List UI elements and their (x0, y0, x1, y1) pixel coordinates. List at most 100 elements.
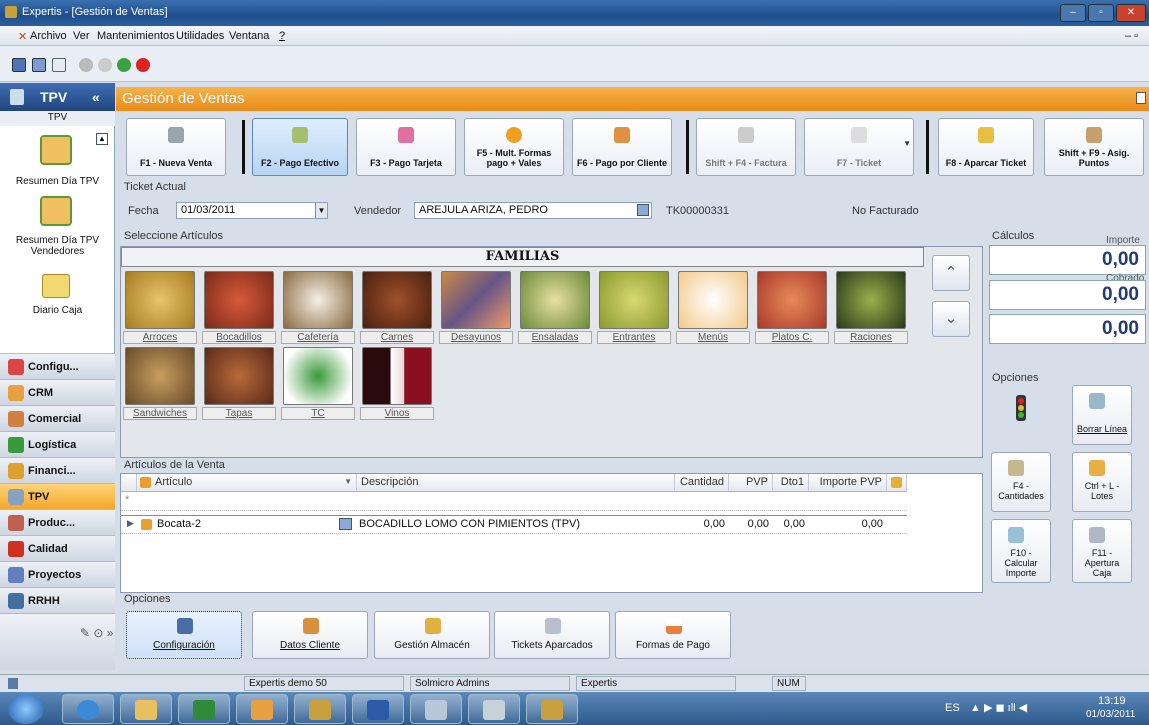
pago-cliente-button[interactable]: F6 - Pago por Cliente (572, 118, 672, 176)
apertura-caja-button[interactable]: F11 - Apertura Caja (1072, 519, 1132, 583)
ticket-dropdown-icon[interactable]: ▼ (903, 139, 911, 148)
family-raciones[interactable]: Raciones (834, 271, 908, 344)
mult-formas-pago-button[interactable]: F5 - Mult. Formas pago + Vales (464, 118, 564, 176)
taskbar-ie[interactable] (62, 694, 114, 724)
window-icon[interactable] (1136, 92, 1146, 104)
family-cafeteria[interactable]: Cafetería (281, 271, 355, 344)
module-produccion[interactable]: Produc... (0, 509, 115, 535)
menu-utilidades[interactable]: Utilidades (176, 30, 224, 42)
module-configuracion[interactable]: Configu... (0, 353, 115, 379)
pago-tarjeta-button[interactable]: F3 - Pago Tarjeta (356, 118, 456, 176)
pago-efectivo-button[interactable]: F2 - Pago Efectivo (252, 118, 348, 176)
cell-descripcion[interactable]: BOCADILLO LOMO CON PIMIENTOS (TPV) (355, 516, 584, 532)
page-up-button[interactable]: ⌃ (932, 255, 970, 291)
nueva-venta-button[interactable]: F1 - Nueva Venta (126, 118, 226, 176)
family-desayunos[interactable]: Desayunos (439, 271, 513, 344)
taskbar-outlook[interactable] (236, 694, 288, 724)
start-button[interactable] (8, 694, 44, 724)
menu-ver[interactable]: Ver (73, 30, 90, 42)
taskbar-calculator[interactable] (468, 694, 520, 724)
taskbar-expertis[interactable] (294, 694, 346, 724)
taskbar-explorer[interactable] (120, 694, 172, 724)
formas-pago-button[interactable]: Formas de Pago (615, 611, 731, 659)
module-logistica[interactable]: Logística (0, 431, 115, 457)
table-row[interactable]: ▶ Bocata-2 BOCADILLO LOMO CON PIMIENTOS … (121, 516, 907, 534)
taskbar-search[interactable] (410, 694, 462, 724)
cantidades-button[interactable]: F4 - Cantidades (991, 452, 1051, 512)
fecha-field[interactable]: 01/03/2011 ▼ (176, 202, 328, 219)
column-descripcion[interactable]: Descripción (357, 474, 675, 492)
panel-icon[interactable] (32, 58, 46, 72)
family-sandwiches[interactable]: Sandwiches (123, 347, 197, 420)
close-button[interactable]: ✕ (1116, 4, 1146, 22)
tickets-aparcados-button[interactable]: Tickets Aparcados (494, 611, 610, 659)
disabled-icon[interactable] (79, 58, 93, 72)
document-icon[interactable] (52, 58, 66, 72)
calendar-dropdown-icon[interactable]: ▼ (315, 203, 327, 218)
scroll-up-button[interactable]: ▲ (96, 133, 108, 145)
page-down-button[interactable]: ⌄ (932, 301, 970, 337)
column-importe-pvp[interactable]: Importe PVP (809, 474, 887, 492)
cell-importe[interactable]: 0,00 (809, 516, 887, 532)
module-proyectos[interactable]: Proyectos (0, 561, 115, 587)
column-pvp[interactable]: PVP (729, 474, 773, 492)
borrar-linea-button[interactable]: Borrar Línea (1072, 385, 1132, 445)
accept-icon[interactable] (117, 58, 131, 72)
lotes-button[interactable]: Ctrl + L - Lotes (1072, 452, 1132, 512)
clock-time[interactable]: 13:19 (1098, 695, 1126, 707)
family-arroces[interactable]: Arroces (123, 271, 197, 344)
diario-caja-icon[interactable] (42, 274, 70, 298)
datos-cliente-button[interactable]: Datos Cliente (252, 611, 368, 659)
column-dto1[interactable]: Dto1 (773, 474, 809, 492)
menu-help[interactable]: ? (279, 30, 285, 42)
search-icon[interactable] (637, 204, 649, 216)
maximize-button[interactable]: ▫ (1088, 4, 1114, 22)
module-tpv[interactable]: TPV (0, 483, 115, 509)
vendedor-field[interactable]: AREJULA ARIZA, PEDRO (414, 202, 652, 219)
asig-puntos-button[interactable]: Shift + F9 - Asig. Puntos (1044, 118, 1144, 176)
clock-date[interactable]: 01/03/2011 (1086, 709, 1135, 720)
filter-dropdown-icon[interactable]: ▼ (344, 477, 352, 486)
resumen-dia-tpv-icon[interactable] (40, 135, 72, 165)
taskbar-excel[interactable] (178, 694, 230, 724)
resumen-vendedores-icon[interactable] (40, 196, 72, 226)
cell-articulo[interactable]: Bocata-2 (153, 516, 205, 532)
aparcar-ticket-button[interactable]: F8 - Aparcar Ticket (938, 118, 1034, 176)
restore-child-icon[interactable]: – ▫ (1125, 30, 1138, 42)
minimize-button[interactable]: – (1060, 4, 1086, 22)
more-modules-icon[interactable]: ✎ ⊙ » (80, 626, 113, 640)
collapse-icon[interactable]: « (92, 89, 100, 105)
sidebar-item-resumen-vendedores[interactable]: Resumen Día TPV Vendedores (0, 235, 115, 257)
factura-button[interactable]: Shift + F4 - Factura (696, 118, 796, 176)
layout-icon[interactable] (12, 58, 26, 72)
search-icon[interactable] (339, 518, 352, 530)
family-menus[interactable]: Menús (676, 271, 750, 344)
module-rrhh[interactable]: RRHH (0, 587, 115, 613)
cell-dto1[interactable]: 0,00 (773, 516, 809, 532)
family-vinos[interactable]: Vinos (360, 347, 434, 420)
ticket-button[interactable]: F7 - Ticket ▼ (804, 118, 914, 176)
module-comercial[interactable]: Comercial (0, 405, 115, 431)
gestion-almacen-button[interactable]: Gestión Almacén (374, 611, 490, 659)
sidebar-item-resumen-dia[interactable]: Resumen Día TPV (0, 176, 115, 187)
language-indicator[interactable]: ES (945, 702, 960, 714)
cancel-icon[interactable] (136, 58, 150, 72)
menu-mantenimientos[interactable]: Mantenimientos (97, 30, 175, 42)
tray-icons[interactable]: ▲ ▶ ◼ ıll ◀ (970, 701, 1027, 714)
family-platos-c[interactable]: Platos C. (755, 271, 829, 344)
calcular-importe-button[interactable]: F10 - Calcular Importe (991, 519, 1051, 583)
family-carnes[interactable]: Carnes (360, 271, 434, 344)
family-ensaladas[interactable]: Ensaladas (518, 271, 592, 344)
cell-pvp[interactable]: 0,00 (729, 516, 773, 532)
cell-cantidad[interactable]: 0,00 (675, 516, 729, 532)
module-calidad[interactable]: Calidad (0, 535, 115, 561)
column-cantidad[interactable]: Cantidad (675, 474, 729, 492)
menu-ventana[interactable]: Ventana (229, 30, 269, 42)
new-row[interactable]: * (121, 492, 907, 511)
sidebar-item-diario-caja[interactable]: Diario Caja (0, 305, 115, 316)
configuracion-button[interactable]: Configuración (126, 611, 242, 659)
family-bocadillos[interactable]: Bocadillos (202, 271, 276, 344)
family-tapas[interactable]: Tapas (202, 347, 276, 420)
taskbar-expertis-2[interactable] (526, 694, 578, 724)
module-crm[interactable]: CRM (0, 379, 115, 405)
